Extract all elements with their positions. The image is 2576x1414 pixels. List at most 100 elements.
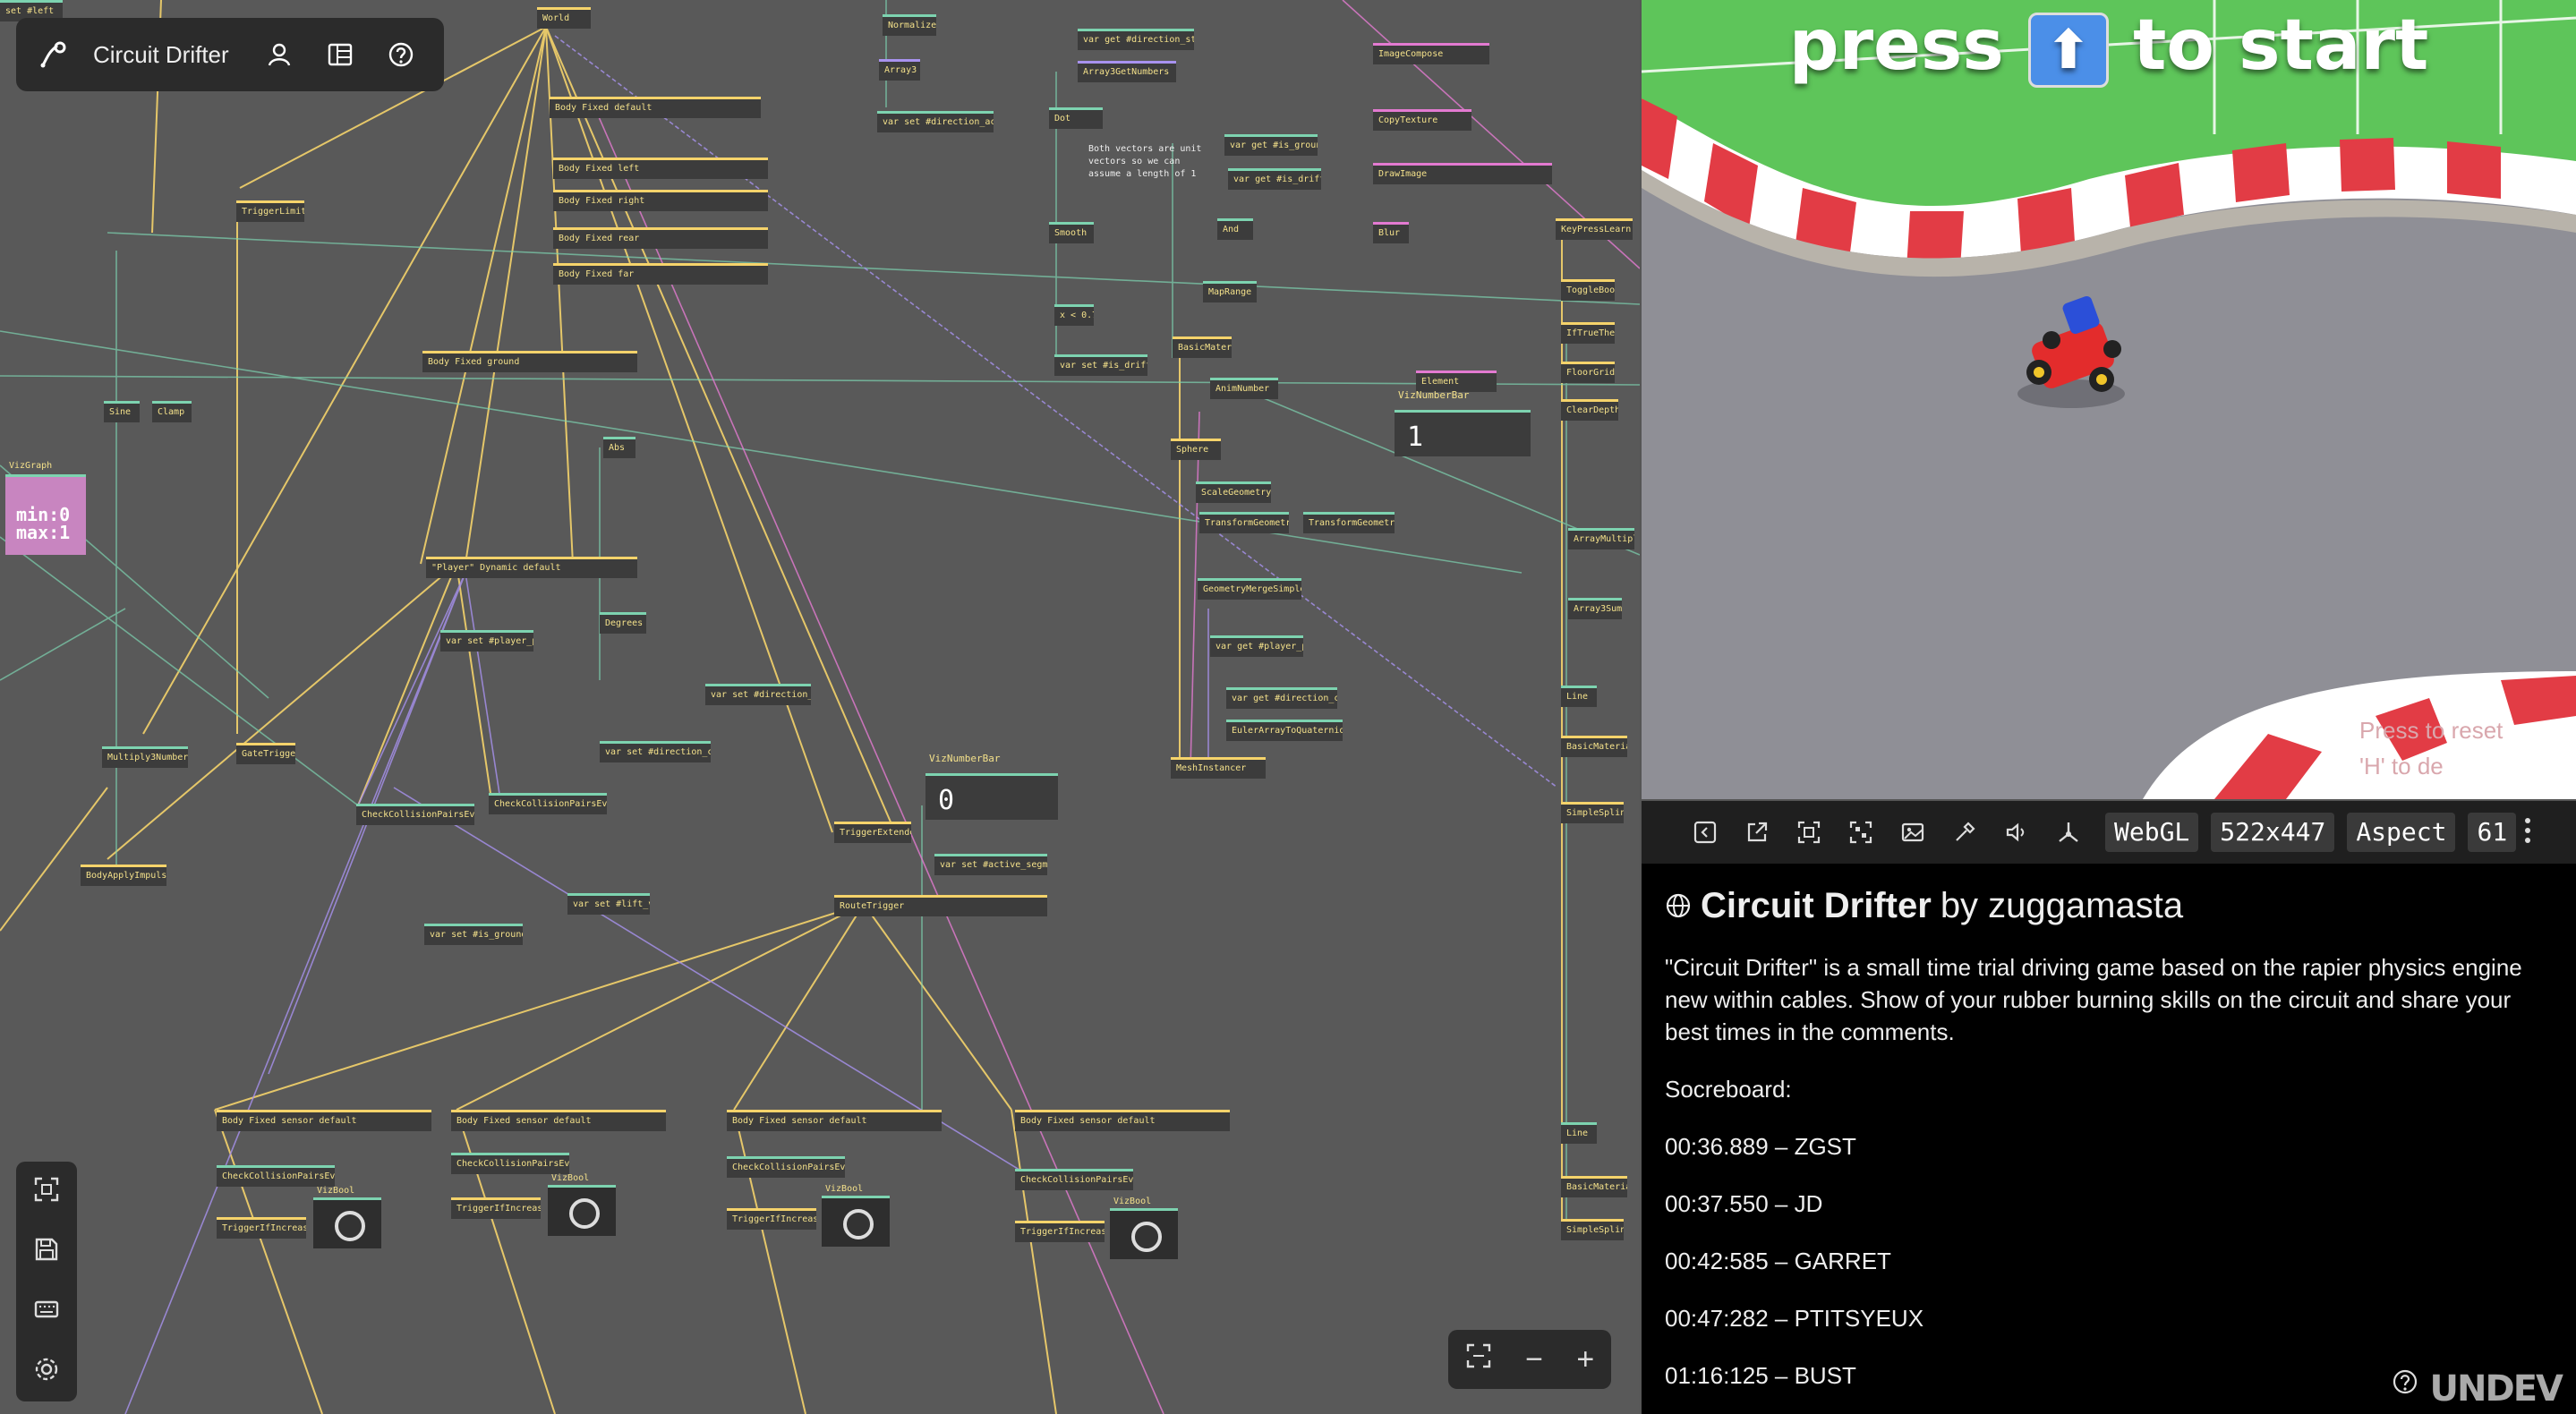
op-check-collision-a[interactable]: CheckCollisionPairsEvents	[356, 804, 474, 825]
op-euler-array-quaternions[interactable]: EulerArrayToQuaternions	[1226, 720, 1343, 741]
op-body-sensor-3[interactable]: Body Fixed sensor default	[727, 1110, 942, 1131]
color-picker-icon[interactable]	[1949, 817, 1980, 848]
game-canvas[interactable]: press ⬆ to start Press to reset 'H' to d…	[1642, 0, 2576, 799]
op-body-sensor-1[interactable]: Body Fixed sensor default	[217, 1110, 431, 1131]
volume-icon[interactable]	[2001, 817, 2032, 848]
op-array-multiply[interactable]: ArrayMultiply	[1568, 528, 1634, 549]
op-body-sensor-2[interactable]: Body Fixed sensor default	[451, 1110, 666, 1131]
op-body-fixed-left[interactable]: Body Fixed left	[553, 158, 768, 179]
op-geometry-merge[interactable]: GeometryMergeSimple	[1198, 578, 1301, 600]
op-line-b[interactable]: Line	[1561, 1122, 1597, 1144]
aspect-button[interactable]: Aspect	[2347, 813, 2456, 852]
viz-number-bar-2[interactable]: VizNumberBar 0	[925, 753, 1058, 820]
op-array3-getnumbers[interactable]: Array3GetNumbers	[1078, 61, 1176, 82]
project-title[interactable]: Circuit Drifter	[93, 41, 229, 69]
more-options-icon[interactable]	[2523, 817, 2534, 848]
vizbool-1[interactable]: VizBool	[313, 1186, 381, 1248]
resolution-badge[interactable]: 522x447	[2211, 813, 2335, 852]
op-trigger-if-increased-2[interactable]: TriggerIfIncreased	[451, 1197, 541, 1219]
op-var-set-direction-clean[interactable]: var set #direction_clean	[600, 741, 711, 762]
op-blur[interactable]: Blur	[1373, 222, 1409, 243]
op-map-range-a[interactable]: MapRange	[1203, 281, 1257, 302]
op-sine[interactable]: Sine	[104, 401, 140, 422]
op-clear-depth[interactable]: ClearDepth	[1561, 399, 1618, 421]
op-basic-material-c[interactable]: BasicMaterial	[1561, 1176, 1627, 1197]
op-trigger-if-increased-1[interactable]: TriggerIfIncreased	[217, 1217, 306, 1239]
op-check-collision-c[interactable]: CheckCollisionPairsEvents	[217, 1165, 335, 1187]
op-transform-geometry-a[interactable]: TransformGeometry	[1199, 512, 1289, 533]
op-sphere[interactable]: Sphere	[1171, 439, 1221, 460]
op-floor-grid[interactable]: FloorGrid	[1561, 362, 1615, 383]
keyboard-icon[interactable]	[33, 1296, 60, 1327]
op-basic-material-b[interactable]: BasicMaterial	[1561, 736, 1627, 757]
op-var-get-player-pos[interactable]: var get #player_pos	[1210, 635, 1303, 657]
cables-logo-icon[interactable]	[36, 37, 72, 72]
op-var-get-is-grounded[interactable]: var get #is_grounded	[1224, 134, 1318, 156]
transform-gizmo-icon[interactable]	[2053, 817, 2084, 848]
layout-icon[interactable]	[322, 37, 358, 72]
save-icon[interactable]	[33, 1236, 60, 1267]
user-icon[interactable]	[261, 37, 297, 72]
op-var-set-lift-val[interactable]: var set #lift_val	[567, 893, 650, 915]
op-trigger-extender[interactable]: TriggerExtender	[834, 822, 911, 843]
viz-number-bar-1[interactable]: VizNumberBar 1	[1395, 389, 1531, 456]
renderer-badge[interactable]: WebGL	[2105, 813, 2199, 852]
op-var-set-direction-steer[interactable]: var set #direction_steer	[705, 684, 811, 705]
op-var-set-is-drifting[interactable]: var set #is_drifting	[1054, 354, 1147, 376]
op-var-set-active-segment[interactable]: var set #active_segment	[934, 854, 1047, 875]
op-degrees[interactable]: Degrees	[600, 612, 646, 634]
fit-icon[interactable]	[1465, 1342, 1492, 1377]
vizbool-2[interactable]: VizBool	[548, 1173, 616, 1236]
op-array3-sum[interactable]: Array3Sum	[1568, 598, 1622, 619]
op-draw-image[interactable]: DrawImage	[1373, 163, 1552, 184]
op-trigger-if-increased-3[interactable]: TriggerIfIncreased	[727, 1208, 816, 1230]
op-gate-trigger[interactable]: GateTrigger	[236, 743, 295, 764]
op-basic-material-a[interactable]: BasicMaterial	[1173, 336, 1232, 358]
op-dot[interactable]: Dot	[1049, 107, 1103, 129]
op-normalize[interactable]: NormalizeVec	[883, 14, 936, 36]
op-mesh-instancer[interactable]: MeshInstancer	[1171, 757, 1266, 779]
op-var-set-is-grounded[interactable]: var set #is_grounded	[424, 924, 523, 945]
patch-canvas[interactable]: set #left World NormalizeVec Array3 var …	[0, 0, 1640, 1414]
open-external-icon[interactable]	[1742, 817, 1772, 848]
op-abs[interactable]: Abs	[603, 437, 635, 458]
op-array3-a[interactable]: Array3	[879, 59, 920, 81]
vizbool-3[interactable]: VizBool	[822, 1184, 890, 1247]
op-body-fixed-rear[interactable]: Body Fixed rear	[553, 227, 768, 249]
op-smooth[interactable]: Smooth	[1049, 222, 1094, 243]
op-world[interactable]: World	[537, 7, 591, 29]
screenshot-icon[interactable]	[1898, 817, 1928, 848]
op-var-get-direction-clean[interactable]: var get #direction_clean	[1226, 687, 1337, 709]
op-check-collision-d[interactable]: CheckCollisionPairsEvents	[451, 1153, 569, 1174]
op-body-fixed-far[interactable]: Body Fixed far	[553, 263, 768, 285]
op-var-set-direction-actual[interactable]: var set #direction_actual	[877, 111, 994, 132]
zoom-in-button[interactable]: +	[1576, 1342, 1594, 1377]
op-line-a[interactable]: Line	[1561, 686, 1597, 707]
op-and[interactable]: And	[1217, 218, 1253, 240]
op-body-fixed-ground[interactable]: Body Fixed ground	[422, 351, 637, 372]
op-copy-texture[interactable]: CopyTexture	[1373, 109, 1471, 131]
zoom-out-button[interactable]: −	[1525, 1342, 1543, 1377]
op-check-collision-f[interactable]: CheckCollisionPairsEvents	[1015, 1169, 1133, 1190]
settings-icon[interactable]	[33, 1356, 60, 1387]
op-image-compose[interactable]: ImageCompose	[1373, 43, 1489, 64]
help-icon[interactable]	[383, 37, 419, 72]
collapse-panel-icon[interactable]	[1690, 817, 1720, 848]
vizbool-4[interactable]: VizBool	[1110, 1197, 1178, 1259]
op-trigger-limiter[interactable]: TriggerLimiter	[236, 200, 304, 222]
fullscreen-icon[interactable]	[33, 1176, 60, 1207]
op-var-get-is-drifting[interactable]: var get #is_drifting	[1228, 168, 1321, 190]
op-check-collision-e[interactable]: CheckCollisionPairsEvents	[727, 1156, 845, 1178]
op-player-dynamic[interactable]: "Player" Dynamic default	[426, 557, 637, 578]
op-lt-07[interactable]: x < 0.7	[1054, 304, 1094, 326]
op-route-trigger[interactable]: RouteTrigger	[834, 895, 1047, 916]
qr-code-icon[interactable]	[1846, 817, 1876, 848]
op-scale-geometry[interactable]: ScaleGeometry	[1196, 481, 1271, 503]
op-multiply-3-numbers[interactable]: Multiply3Numbers	[102, 746, 188, 768]
op-keypress-learn[interactable]: KeyPressLearn	[1556, 218, 1633, 240]
viz-graph[interactable]: VizGraph min:0 max:1	[5, 461, 86, 555]
op-trigger-if-increased-4[interactable]: TriggerIfIncreased	[1015, 1221, 1105, 1242]
patch-author[interactable]: by zuggamasta	[1941, 883, 2183, 928]
op-anim-number[interactable]: AnimNumber	[1210, 378, 1278, 399]
op-toggle-bool[interactable]: ToggleBool	[1561, 279, 1615, 301]
